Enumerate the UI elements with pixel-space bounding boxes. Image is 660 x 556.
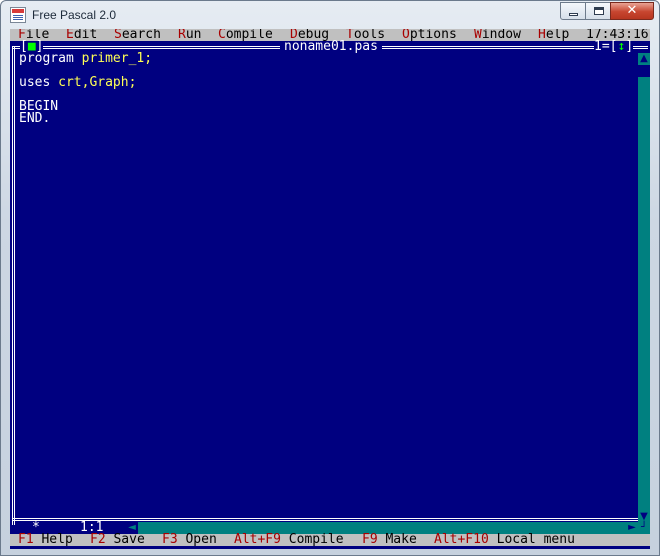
menu-options[interactable]: Options bbox=[402, 29, 457, 41]
ide-console: File Edit Search Run Compile Debug Tools… bbox=[10, 29, 650, 549]
minimize-icon bbox=[569, 13, 578, 16]
window-title: Free Pascal 2.0 bbox=[32, 8, 117, 22]
vertical-scrollbar[interactable]: ▲ ▼ bbox=[638, 53, 650, 523]
menu-edit[interactable]: Edit bbox=[66, 29, 97, 41]
menu-window[interactable]: Window bbox=[474, 29, 521, 41]
hint-local-menu[interactable]: Alt+F10 Local menu bbox=[434, 533, 575, 546]
code-line-3: uses crt,Graph; bbox=[19, 75, 137, 90]
vertical-scroll-thumb[interactable] bbox=[638, 65, 650, 77]
maximize-icon bbox=[594, 7, 604, 15]
hint-save[interactable]: F2 Save bbox=[90, 533, 145, 546]
app-window: Free Pascal 2.0 ✕ File Edit Search Run C… bbox=[0, 0, 660, 556]
editor-frame-left bbox=[12, 47, 15, 525]
menu-compile[interactable]: Compile bbox=[218, 29, 273, 41]
hint-make[interactable]: F9 Make bbox=[362, 533, 417, 546]
menu-run[interactable]: Run bbox=[178, 29, 201, 41]
hint-compile[interactable]: Alt+F9 Compile bbox=[234, 533, 344, 546]
hint-open[interactable]: F3 Open bbox=[162, 533, 217, 546]
code-line-1: program primer_1; bbox=[19, 51, 153, 66]
menu-help[interactable]: Help bbox=[538, 29, 569, 41]
code-line-6: END. bbox=[19, 111, 51, 126]
menu-search[interactable]: Search bbox=[114, 29, 161, 41]
scroll-up-icon[interactable]: ▲ bbox=[638, 53, 650, 65]
minimize-button[interactable] bbox=[560, 2, 586, 20]
status-hint-bar: F1 Help F2 Save F3 Open Alt+F9 Compile F… bbox=[10, 533, 650, 546]
editor-frame-bottom bbox=[12, 518, 648, 521]
editor-window-number[interactable]: 1=[↕] bbox=[594, 40, 634, 53]
scroll-right-icon[interactable]: ► bbox=[626, 522, 638, 534]
free-pascal-app-icon[interactable] bbox=[10, 7, 26, 23]
editor-window[interactable]: [■] noname01.pas 1=[↕] ▲ ▼ program prime… bbox=[10, 40, 650, 534]
resize-handle[interactable]: ┘ bbox=[638, 522, 650, 534]
title-bar[interactable]: Free Pascal 2.0 ✕ bbox=[1, 1, 659, 29]
hint-help[interactable]: F1 Help bbox=[18, 533, 73, 546]
close-icon: ✕ bbox=[626, 3, 638, 18]
editor-file-name: noname01.pas bbox=[280, 40, 382, 53]
close-button[interactable]: ✕ bbox=[610, 2, 654, 20]
maximize-button[interactable] bbox=[585, 2, 611, 20]
